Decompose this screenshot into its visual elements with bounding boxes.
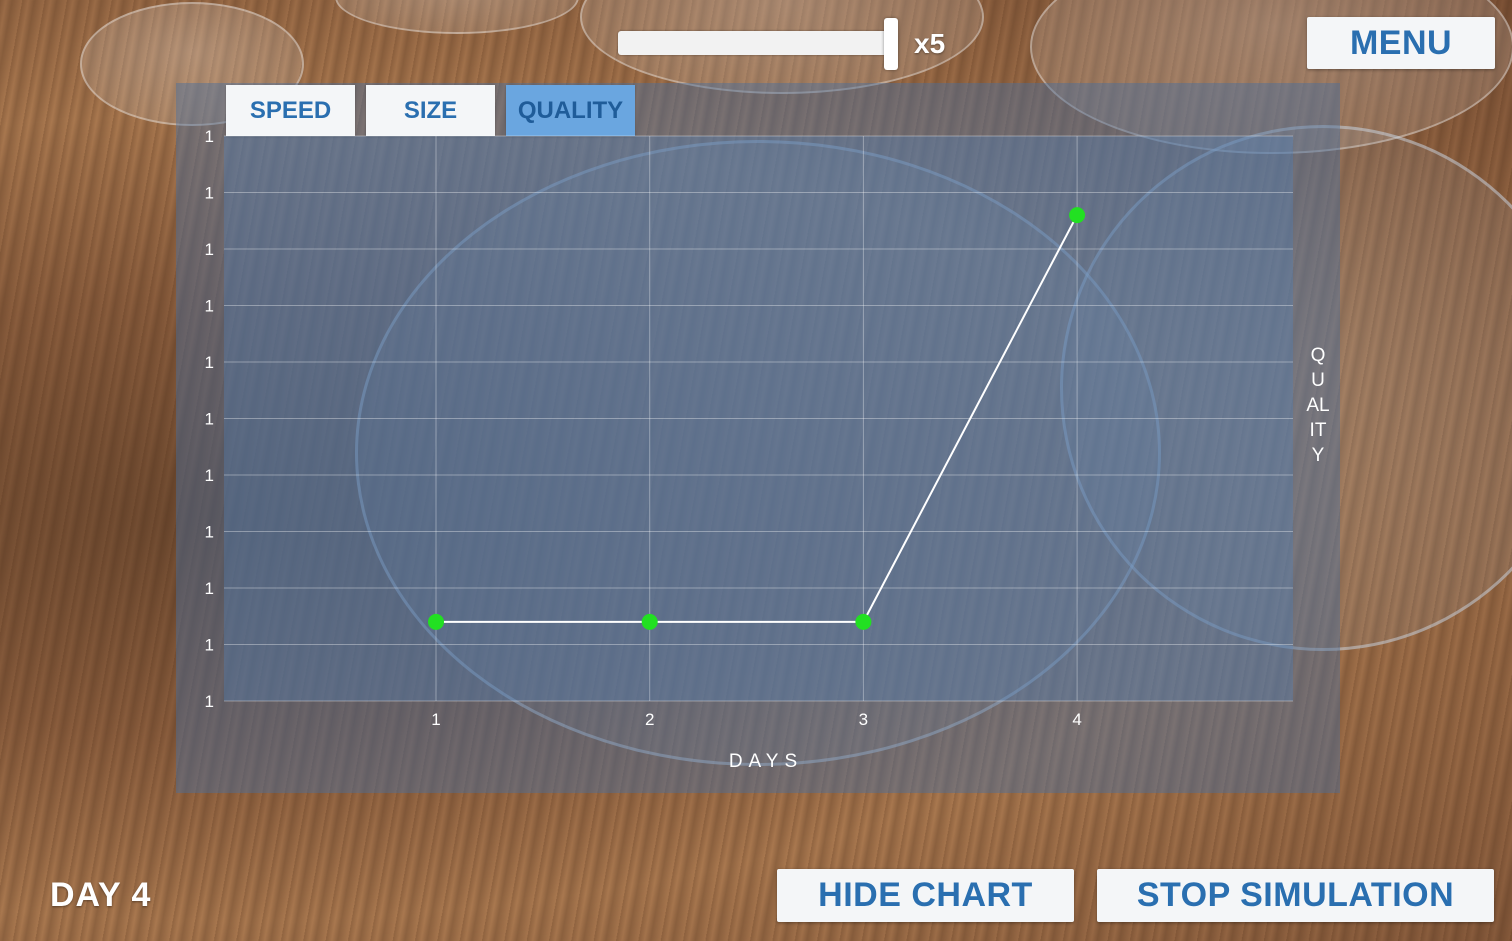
- stop-simulation-button[interactable]: STOP SIMULATION: [1097, 869, 1494, 922]
- x-tick-label: 1: [431, 710, 440, 729]
- y-tick-labels: 1 1 1 1 1 1 1 1 1 1 1: [205, 127, 214, 711]
- y-tick-label: 1: [205, 184, 214, 203]
- y-axis-title: QUALITY: [1306, 345, 1330, 466]
- x-tick-label: 2: [645, 710, 654, 729]
- quality-chart: 1 1 1 1 1 1 1 1 1 1 1 1 2 3 4: [205, 127, 1293, 729]
- chart-panel: SPEED SIZE QUALITY 11111111111 1234 DAYS…: [176, 83, 1340, 793]
- y-tick-label: 1: [205, 636, 214, 655]
- data-point: [641, 613, 658, 630]
- y-tick-label: 1: [205, 466, 214, 485]
- y-tick-label: 1: [205, 240, 214, 259]
- y-tick-label: 1: [205, 127, 214, 146]
- x-tick-labels: 1 2 3 4: [431, 710, 1082, 729]
- speed-slider-handle[interactable]: [884, 18, 898, 70]
- y-tick-label: 1: [205, 353, 214, 372]
- background-dish-top: [335, 0, 579, 34]
- y-tick-label: 1: [205, 692, 214, 711]
- data-point: [1069, 207, 1086, 224]
- y-tick-label: 1: [205, 410, 214, 429]
- x-tick-label: 4: [1072, 710, 1081, 729]
- x-tick-label: 3: [859, 710, 868, 729]
- speed-slider-track[interactable]: [618, 31, 890, 55]
- menu-button[interactable]: MENU: [1307, 17, 1495, 69]
- data-point: [428, 613, 444, 630]
- x-axis-title: DAYS: [728, 751, 804, 772]
- speed-multiplier-label: x5: [914, 28, 946, 59]
- y-tick-label: 1: [205, 579, 214, 598]
- data-point: [855, 613, 872, 630]
- hide-chart-button[interactable]: HIDE CHART: [777, 869, 1074, 922]
- day-counter: DAY 4: [50, 876, 152, 914]
- y-tick-label: 1: [205, 523, 214, 542]
- y-tick-label: 1: [205, 297, 214, 316]
